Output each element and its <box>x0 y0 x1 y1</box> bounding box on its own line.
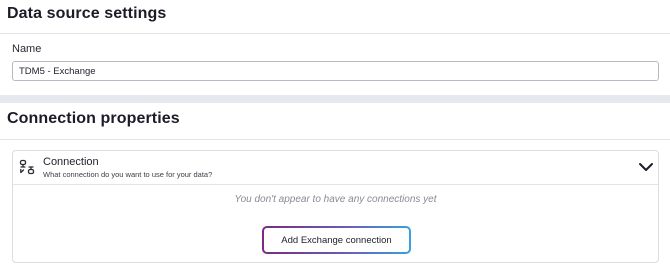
name-label: Name <box>12 43 42 55</box>
connection-card-header[interactable]: Connection What connection do you want t… <box>13 151 658 185</box>
connection-icon <box>19 159 35 175</box>
divider <box>0 33 670 34</box>
section-title-connection-properties: Connection properties <box>7 110 180 127</box>
add-exchange-connection-button[interactable]: Add Exchange connection <box>262 226 411 254</box>
connection-subtitle: What connection do you want to use for y… <box>43 170 213 179</box>
section-title-data-source-settings: Data source settings <box>7 5 167 22</box>
empty-connections-message: You don't appear to have any connections… <box>234 194 437 205</box>
section-separator-band <box>0 95 670 103</box>
connection-card: Connection What connection do you want t… <box>12 150 659 263</box>
divider <box>0 139 670 140</box>
chevron-down-icon[interactable] <box>638 159 654 175</box>
connection-title: Connection <box>43 156 99 168</box>
name-input[interactable] <box>12 61 659 81</box>
